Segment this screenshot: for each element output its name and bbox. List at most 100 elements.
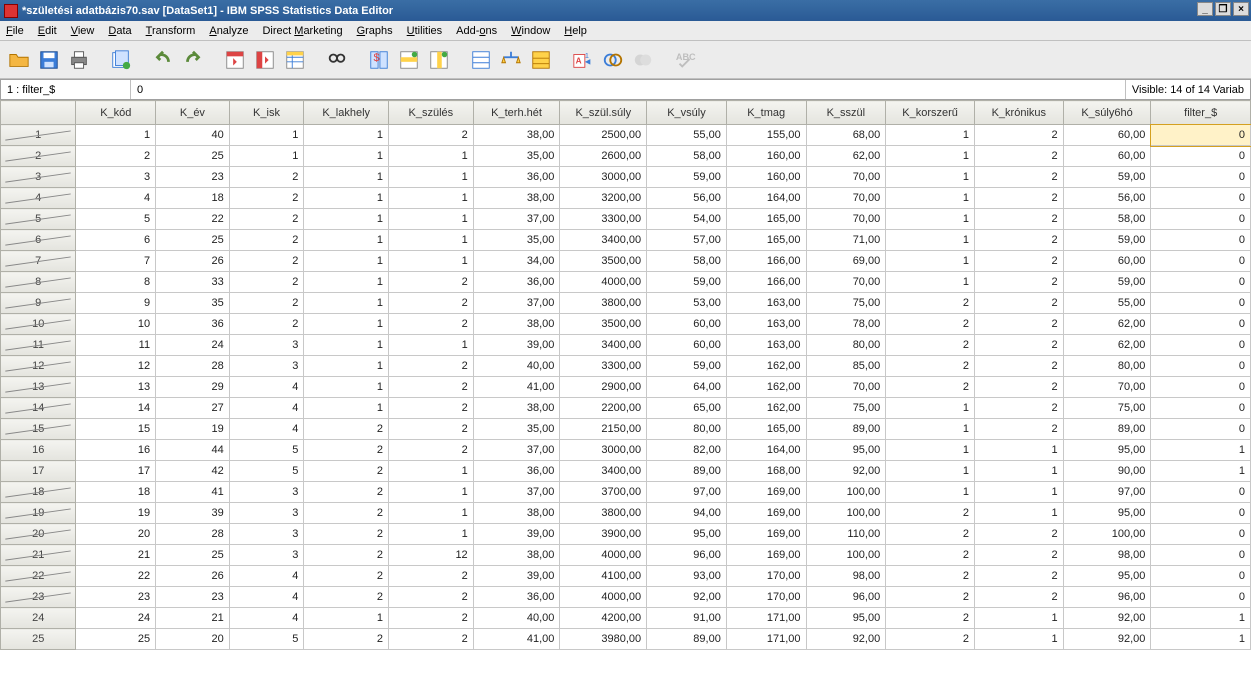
data-cell[interactable]: 0 bbox=[1151, 230, 1251, 251]
data-cell[interactable]: 19 bbox=[156, 419, 230, 440]
data-cell[interactable]: 54,00 bbox=[647, 209, 727, 230]
data-cell[interactable]: 53,00 bbox=[647, 293, 727, 314]
data-cell[interactable]: 4000,00 bbox=[560, 545, 647, 566]
data-cell[interactable]: 1 bbox=[229, 125, 304, 146]
data-cell[interactable]: 59,00 bbox=[1063, 230, 1151, 251]
data-cell[interactable]: 2 bbox=[974, 293, 1063, 314]
data-cell[interactable]: 2 bbox=[304, 482, 389, 503]
data-cell[interactable]: 40 bbox=[156, 125, 230, 146]
data-cell[interactable]: 3400,00 bbox=[560, 461, 647, 482]
data-cell[interactable]: 1 bbox=[389, 167, 474, 188]
data-cell[interactable]: 2 bbox=[304, 545, 389, 566]
data-cell[interactable]: 35,00 bbox=[473, 146, 560, 167]
data-cell[interactable]: 2 bbox=[76, 146, 156, 167]
data-cell[interactable]: 38,00 bbox=[473, 398, 560, 419]
data-cell[interactable]: 2 bbox=[229, 293, 304, 314]
data-cell[interactable]: 1 bbox=[1151, 461, 1251, 482]
goto-case-icon[interactable] bbox=[222, 47, 248, 73]
data-cell[interactable]: 36 bbox=[156, 314, 230, 335]
data-cell[interactable]: 41,00 bbox=[473, 629, 560, 650]
data-cell[interactable]: 0 bbox=[1151, 188, 1251, 209]
menu-direct-marketing[interactable]: Direct Marketing bbox=[262, 25, 342, 37]
data-cell[interactable]: 20 bbox=[76, 524, 156, 545]
data-cell[interactable]: 39,00 bbox=[473, 524, 560, 545]
data-cell[interactable]: 57,00 bbox=[647, 230, 727, 251]
data-cell[interactable]: 2 bbox=[974, 335, 1063, 356]
spellcheck-icon[interactable]: ABC bbox=[672, 47, 698, 73]
restore-button[interactable]: ❐ bbox=[1215, 2, 1231, 16]
data-cell[interactable]: 163,00 bbox=[726, 335, 806, 356]
data-cell[interactable]: 70,00 bbox=[806, 272, 886, 293]
data-cell[interactable]: 70,00 bbox=[1063, 377, 1151, 398]
minimize-button[interactable]: _ bbox=[1197, 2, 1213, 16]
data-cell[interactable]: 41,00 bbox=[473, 377, 560, 398]
data-cell[interactable]: 21 bbox=[156, 608, 230, 629]
data-cell[interactable]: 1 bbox=[304, 209, 389, 230]
data-cell[interactable]: 4 bbox=[229, 419, 304, 440]
data-cell[interactable]: 10 bbox=[76, 314, 156, 335]
data-cell[interactable]: 1 bbox=[886, 272, 975, 293]
data-cell[interactable]: 2 bbox=[389, 125, 474, 146]
data-cell[interactable]: 20 bbox=[156, 629, 230, 650]
data-cell[interactable]: 0 bbox=[1151, 545, 1251, 566]
data-cell[interactable]: 90,00 bbox=[1063, 461, 1151, 482]
data-cell[interactable]: 2 bbox=[389, 608, 474, 629]
data-cell[interactable]: 2 bbox=[389, 377, 474, 398]
data-cell[interactable]: 2 bbox=[974, 398, 1063, 419]
data-cell[interactable]: 2 bbox=[886, 524, 975, 545]
data-cell[interactable]: 38,00 bbox=[473, 314, 560, 335]
data-cell[interactable]: 1 bbox=[886, 419, 975, 440]
data-cell[interactable]: 80,00 bbox=[647, 419, 727, 440]
data-cell[interactable]: 2 bbox=[304, 587, 389, 608]
data-cell[interactable]: 35,00 bbox=[473, 419, 560, 440]
data-cell[interactable]: 166,00 bbox=[726, 272, 806, 293]
column-header[interactable]: K_korszerű bbox=[886, 101, 975, 125]
column-header[interactable]: K_terh.hét bbox=[473, 101, 560, 125]
data-cell[interactable]: 4000,00 bbox=[560, 587, 647, 608]
data-cell[interactable]: 16 bbox=[76, 440, 156, 461]
data-cell[interactable]: 25 bbox=[156, 146, 230, 167]
data-cell[interactable]: 2 bbox=[229, 230, 304, 251]
data-cell[interactable]: 2 bbox=[389, 440, 474, 461]
data-cell[interactable]: 95,00 bbox=[1063, 566, 1151, 587]
data-cell[interactable]: 1 bbox=[304, 335, 389, 356]
data-cell[interactable]: 2 bbox=[886, 293, 975, 314]
data-cell[interactable]: 1 bbox=[304, 167, 389, 188]
data-cell[interactable]: 2600,00 bbox=[560, 146, 647, 167]
data-cell[interactable]: 1 bbox=[886, 461, 975, 482]
data-cell[interactable]: 55,00 bbox=[1063, 293, 1151, 314]
data-cell[interactable]: 0 bbox=[1151, 146, 1251, 167]
data-cell[interactable]: 0 bbox=[1151, 272, 1251, 293]
data-cell[interactable]: 62,00 bbox=[1063, 314, 1151, 335]
data-cell[interactable]: 0 bbox=[1151, 524, 1251, 545]
data-cell[interactable]: 96,00 bbox=[1063, 587, 1151, 608]
value-labels-icon[interactable] bbox=[528, 47, 554, 73]
data-cell[interactable]: 59,00 bbox=[647, 167, 727, 188]
data-cell[interactable]: 2 bbox=[974, 356, 1063, 377]
data-cell[interactable]: 37,00 bbox=[473, 440, 560, 461]
column-header[interactable]: K_isk bbox=[229, 101, 304, 125]
data-cell[interactable]: 2 bbox=[229, 272, 304, 293]
data-cell[interactable]: 75,00 bbox=[806, 293, 886, 314]
row-header[interactable]: 19 bbox=[1, 503, 76, 524]
data-cell[interactable]: 1 bbox=[389, 146, 474, 167]
data-cell[interactable]: 166,00 bbox=[726, 251, 806, 272]
data-cell[interactable]: 4 bbox=[229, 566, 304, 587]
data-cell[interactable]: 55,00 bbox=[647, 125, 727, 146]
data-cell[interactable]: 24 bbox=[156, 335, 230, 356]
data-cell[interactable]: 1 bbox=[304, 230, 389, 251]
column-header[interactable]: K_szül.súly bbox=[560, 101, 647, 125]
data-cell[interactable]: 171,00 bbox=[726, 608, 806, 629]
menu-utilities[interactable]: Utilities bbox=[407, 25, 442, 37]
data-cell[interactable]: 2 bbox=[974, 188, 1063, 209]
data-cell[interactable]: 39,00 bbox=[473, 335, 560, 356]
data-cell[interactable]: 3 bbox=[76, 167, 156, 188]
row-header[interactable]: 14 bbox=[1, 398, 76, 419]
data-cell[interactable]: 3700,00 bbox=[560, 482, 647, 503]
data-cell[interactable]: 3 bbox=[229, 524, 304, 545]
data-cell[interactable]: 1 bbox=[886, 209, 975, 230]
data-cell[interactable]: 2 bbox=[886, 314, 975, 335]
row-header[interactable]: 25 bbox=[1, 629, 76, 650]
smaller-icon[interactable] bbox=[630, 47, 656, 73]
data-cell[interactable]: 95,00 bbox=[1063, 440, 1151, 461]
